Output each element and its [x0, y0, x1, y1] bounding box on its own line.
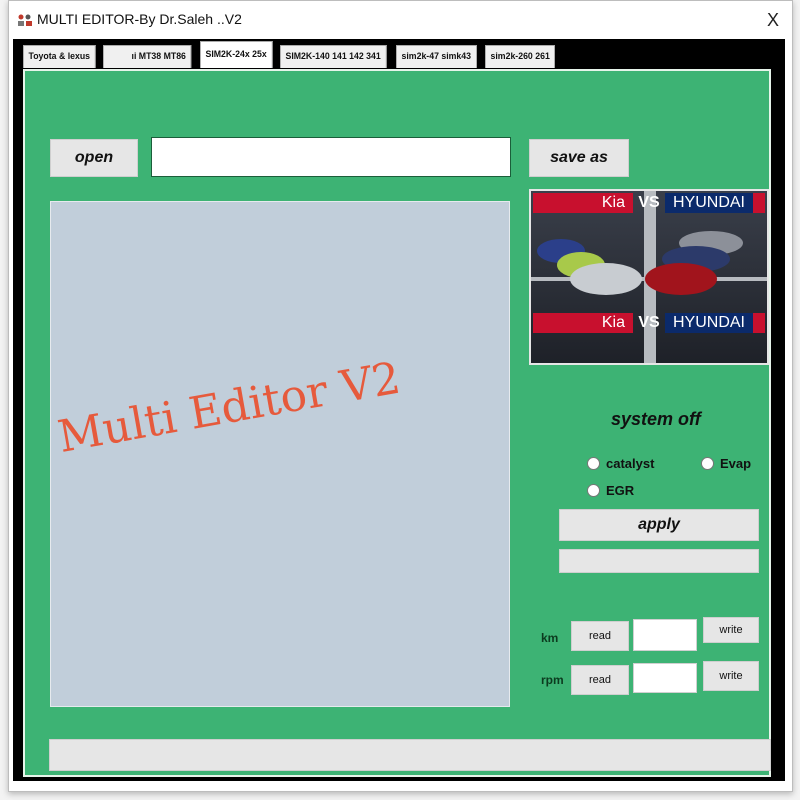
hex-editor-area[interactable]: Multi Editor V2 [50, 201, 510, 707]
vs-label-2: VS [638, 314, 660, 331]
tab-mt38-mt86[interactable]: ıi MT38 MT86 [102, 45, 192, 68]
km-value-input[interactable] [633, 619, 697, 651]
watermark-text: Multi Editor V2 [54, 352, 405, 463]
hyundai-banner: HYUNDAI [665, 193, 753, 213]
tab-sim2k-47[interactable]: sim2k-47 simk43 [396, 45, 477, 68]
tab-sim2k-24x-25x[interactable]: SIM2K-24x 25x [200, 41, 273, 68]
kia-vs-hyundai-image: Kia VS HYUNDAI Kia VS HYUNDAI [529, 189, 769, 365]
rpm-write-button[interactable]: write [703, 661, 759, 691]
title-bar: MULTI EDITOR-By Dr.Saleh ..V2 X [9, 1, 792, 39]
km-label: km [541, 631, 559, 645]
hyundai-banner-2: HYUNDAI [665, 313, 753, 333]
catalyst-radio[interactable]: catalyst [587, 456, 654, 471]
main-frame: Toyota & lexus ıi MT38 MT86 SIM2K-24x 25… [13, 39, 785, 781]
rpm-value-input[interactable] [633, 663, 697, 693]
radio-circle[interactable] [587, 484, 600, 497]
apply-button[interactable]: apply [559, 509, 759, 541]
km-write-button[interactable]: write [703, 617, 759, 643]
km-read-button[interactable]: read [571, 621, 629, 651]
file-path-input[interactable] [151, 137, 511, 177]
evap-label: Evap [720, 456, 752, 471]
vs-label: VS [638, 194, 660, 211]
rpm-read-button[interactable]: read [571, 665, 629, 695]
tab-sim2k-260[interactable]: sim2k-260 261 [484, 45, 555, 68]
cars-illustration [537, 231, 743, 295]
egr-label: EGR [606, 483, 635, 498]
kia-banner: Kia [533, 193, 633, 213]
radio-circle[interactable] [587, 457, 600, 470]
tab-toyota-lexus[interactable]: Toyota & lexus [23, 45, 96, 68]
app-icon [18, 14, 32, 26]
evap-radio[interactable]: Evap [701, 456, 751, 471]
kia-banner-2: Kia [533, 313, 633, 333]
tab-sim2k-140[interactable]: SIM2K-140 141 142 341 [279, 45, 386, 68]
system-off-heading: system off [611, 409, 701, 429]
egr-radio[interactable]: EGR [587, 483, 634, 498]
tab-bar: Toyota & lexus ıi MT38 MT86 SIM2K-24x 25… [23, 41, 562, 69]
status-bar [49, 739, 771, 771]
radio-circle[interactable] [701, 457, 714, 470]
app-window: MULTI EDITOR-By Dr.Saleh ..V2 X Toyota &… [8, 0, 793, 792]
catalyst-label: catalyst [606, 456, 655, 471]
tab-panel: open save as Multi Editor V2 Kia VS HYUN… [23, 69, 771, 777]
open-button[interactable]: open [50, 139, 138, 177]
close-button[interactable]: X [760, 7, 786, 33]
window-title: MULTI EDITOR-By Dr.Saleh ..V2 [37, 11, 242, 27]
save-as-button[interactable]: save as [529, 139, 629, 177]
apply-status-field [559, 549, 759, 573]
rpm-label: rpm [541, 673, 564, 687]
